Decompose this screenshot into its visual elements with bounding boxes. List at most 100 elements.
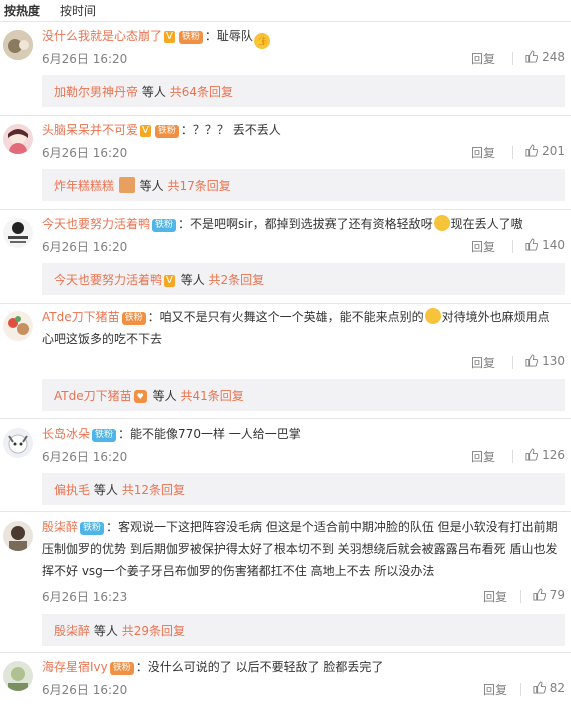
like-button[interactable]: 140 bbox=[525, 238, 565, 252]
fan-badge[interactable]: 铁粉 bbox=[178, 31, 203, 44]
like-button[interactable]: 248 bbox=[525, 50, 565, 64]
more-replies-link[interactable]: 共41条回复 bbox=[180, 389, 243, 403]
more-replies-link[interactable]: 共29条回复 bbox=[122, 624, 185, 638]
reply-button[interactable]: 回复 bbox=[483, 681, 507, 698]
divider bbox=[0, 652, 571, 653]
fan-badge[interactable]: 铁粉 bbox=[121, 312, 146, 325]
sub-reply-mid: 等人 bbox=[180, 273, 205, 287]
comment-text: 耻辱队 bbox=[216, 29, 253, 43]
comment-item: 今天也要努力活着鸭 铁粉 ：不是吧啊sir，都掉到选拔赛了还有资格轻敌呀 现在丢人了嗷… bbox=[0, 213, 571, 298]
reply-button[interactable]: 回复 bbox=[471, 448, 495, 465]
like-count: 201 bbox=[542, 144, 565, 158]
avatar[interactable] bbox=[3, 521, 33, 551]
sub-reply-mid: 等人 bbox=[139, 179, 164, 193]
sub-reply-mid: 等人 bbox=[93, 624, 118, 638]
separator bbox=[520, 590, 521, 603]
more-replies-link[interactable]: 共17条回复 bbox=[168, 179, 231, 193]
like-icon bbox=[533, 681, 546, 694]
sub-reply-username[interactable]: 今天也要努力活着鸭 bbox=[54, 273, 162, 287]
comment-meta: 回复 130 bbox=[42, 354, 565, 374]
comment-text-line: 殷柒醉 铁粉 ：客观说一下这把阵容没毛病 但这是个适合前中期冲脸的队伍 但是小软没有… bbox=[42, 516, 565, 538]
vip-icon: V bbox=[140, 125, 151, 137]
separator bbox=[520, 683, 521, 696]
reply-button[interactable]: 回复 bbox=[471, 238, 495, 255]
like-icon bbox=[525, 238, 539, 251]
more-replies-link[interactable]: 共12条回复 bbox=[122, 483, 185, 497]
avatar-image bbox=[3, 428, 33, 458]
like-count: 248 bbox=[542, 50, 565, 64]
fan-badge[interactable]: 铁粉 bbox=[109, 662, 134, 675]
fan-badge[interactable]: 铁粉 bbox=[92, 429, 117, 442]
comment-meta: 6月26日 16:20 回复 140 bbox=[42, 238, 565, 258]
avatar[interactable] bbox=[3, 124, 33, 154]
vip-icon: V bbox=[164, 275, 175, 287]
sub-replies-box: ATde刀下猪苗 ♥ 等人 共41条回复 bbox=[42, 379, 565, 411]
sub-reply-username[interactable]: 加勒尔男神丹帝 bbox=[54, 85, 138, 99]
comment-username[interactable]: 殷柒醉 bbox=[42, 520, 78, 534]
separator bbox=[512, 356, 513, 369]
sub-reply-username[interactable]: 炸年糕糕糕 bbox=[54, 179, 114, 193]
comment-date: 6月26日 16:20 bbox=[42, 683, 128, 697]
divider bbox=[0, 209, 571, 210]
more-replies-link[interactable]: 共64条回复 bbox=[170, 85, 233, 99]
comment-text-line: 头脑呆呆并不可爱 V 铁粉：？？？ 丢不丢人 bbox=[42, 119, 565, 141]
comment-date: 6月26日 16:20 bbox=[42, 450, 128, 464]
avatar[interactable] bbox=[3, 218, 33, 248]
comment-meta: 6月26日 16:20 回复 248 bbox=[42, 50, 565, 70]
avatar-image bbox=[3, 124, 33, 154]
comment-date: 6月26日 16:20 bbox=[42, 240, 128, 254]
comment-username[interactable]: 头脑呆呆并不可爱 bbox=[42, 123, 138, 137]
comment-text-line: 心吧这饭多的吃不下去 bbox=[42, 332, 163, 346]
comment-meta: 6月26日 16:20 回复 82 bbox=[42, 681, 565, 701]
sort-by-hot-tab[interactable]: 按热度 bbox=[4, 2, 40, 19]
comment-date: 6月26日 16:20 bbox=[42, 146, 128, 160]
like-button[interactable]: 82 bbox=[533, 681, 565, 695]
like-button[interactable]: 126 bbox=[525, 448, 565, 462]
like-button[interactable]: 79 bbox=[533, 588, 565, 602]
comment-meta: 6月26日 16:23 回复 79 bbox=[42, 588, 565, 608]
comment-text: 客观说一下这把阵容没毛病 但这是个适合前中期冲脸的队伍 但是小软没有打出前期 bbox=[118, 520, 558, 534]
sub-replies-box: 殷柒醉 等人 共29条回复 bbox=[42, 614, 565, 646]
sub-reply-mid: 等人 bbox=[152, 389, 177, 403]
comment-meta: 6月26日 16:20 回复 126 bbox=[42, 448, 565, 468]
more-replies-link[interactable]: 共2条回复 bbox=[209, 273, 265, 287]
sub-replies-box: 加勒尔男神丹帝 等人 共64条回复 bbox=[42, 75, 565, 107]
like-icon bbox=[525, 50, 539, 63]
sort-bar: 按热度 按时间 bbox=[0, 0, 571, 20]
like-button[interactable]: 130 bbox=[525, 354, 565, 368]
sub-reply-username[interactable]: 殷柒醉 bbox=[54, 624, 90, 638]
comment-username[interactable]: ATde刀下猪苗 bbox=[42, 310, 120, 324]
like-icon bbox=[525, 144, 539, 157]
avatar[interactable] bbox=[3, 30, 33, 60]
reply-button[interactable]: 回复 bbox=[471, 144, 495, 161]
avatar[interactable] bbox=[3, 311, 33, 341]
comment-username[interactable]: 海存星宿Ivy bbox=[42, 660, 108, 674]
comment-username[interactable]: 长岛冰朵 bbox=[42, 427, 90, 441]
vip-icon: V bbox=[164, 31, 175, 43]
reply-button[interactable]: 回复 bbox=[471, 354, 495, 371]
like-count: 140 bbox=[542, 238, 565, 252]
colon: ： bbox=[204, 29, 217, 43]
separator bbox=[512, 52, 513, 65]
comment-item: ATde刀下猪苗 铁粉 ：咱又不是只有火舞这个一个英雄，能不能来点别的 对待境外也麻烦… bbox=[0, 306, 571, 413]
colon: ： bbox=[180, 123, 193, 137]
comment-username[interactable]: 没什么我就是心态崩了 bbox=[42, 29, 162, 43]
sub-reply-username[interactable]: ATde刀下猪苗 bbox=[54, 389, 132, 403]
like-icon bbox=[525, 448, 539, 461]
avatar[interactable] bbox=[3, 428, 33, 458]
sort-by-time-tab[interactable]: 按时间 bbox=[60, 2, 96, 19]
sub-reply-mid: 等人 bbox=[93, 483, 118, 497]
comment-username[interactable]: 今天也要努力活着鸭 bbox=[42, 217, 150, 231]
fan-badge[interactable]: 铁粉 bbox=[154, 125, 179, 138]
reply-button[interactable]: 回复 bbox=[471, 50, 495, 67]
like-count: 130 bbox=[542, 354, 565, 368]
sub-reply-username[interactable]: 偏执毛 bbox=[54, 483, 90, 497]
like-button[interactable]: 201 bbox=[525, 144, 565, 158]
comment-item: 海存星宿Ivy 铁粉 ：没什么可说的了 以后不要轻敌了 脸都丢完了 6月26日 16… bbox=[0, 656, 571, 706]
divider bbox=[0, 511, 571, 512]
avatar[interactable] bbox=[3, 661, 33, 691]
fan-badge[interactable]: 铁粉 bbox=[80, 522, 105, 535]
reply-button[interactable]: 回复 bbox=[483, 588, 507, 605]
fan-badge[interactable]: 铁粉 bbox=[152, 219, 177, 232]
fan-badge-small: ♥ bbox=[133, 390, 147, 403]
